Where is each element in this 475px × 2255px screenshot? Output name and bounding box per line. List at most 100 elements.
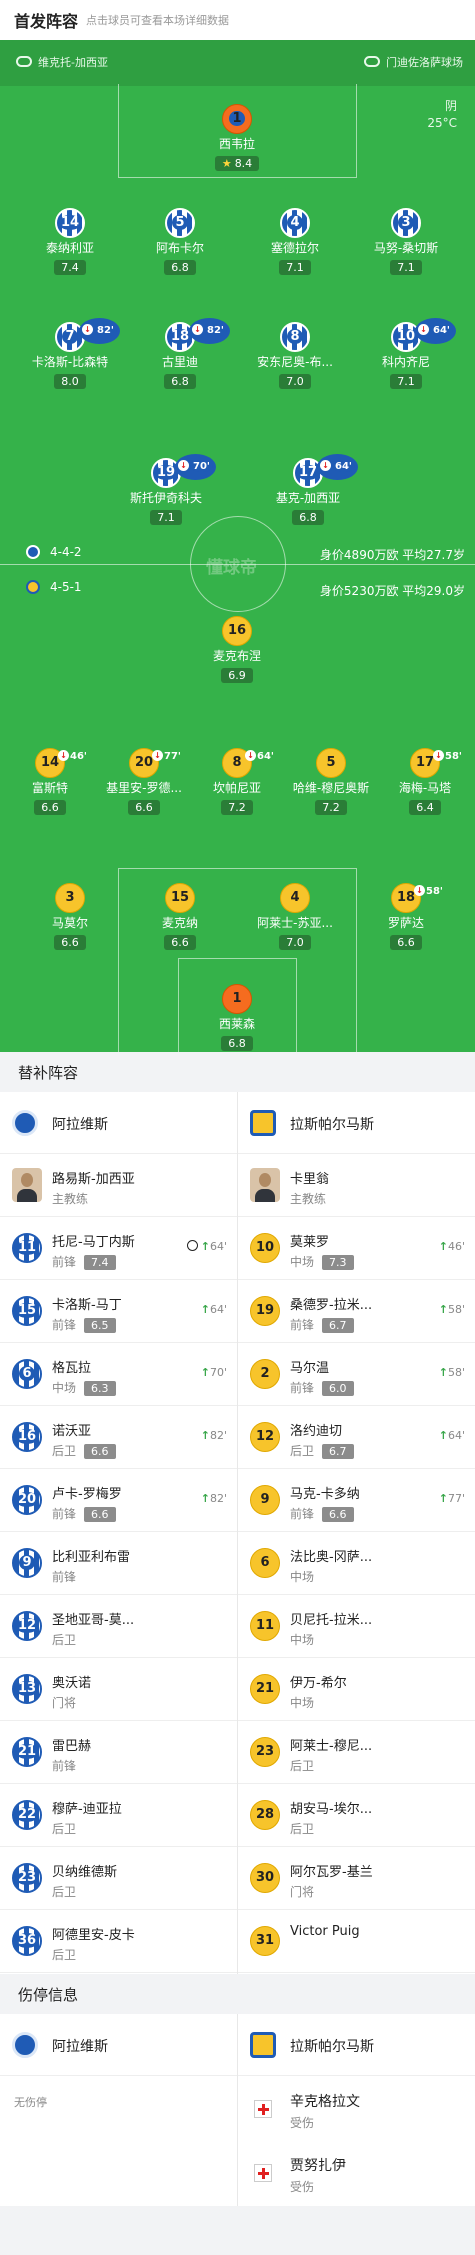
sub-row[interactable]: 13 奥沃诺 门将 [0,1658,237,1721]
injury-home-team-row[interactable]: 阿拉维斯 [0,2014,237,2076]
player-away-18[interactable]: 18 ↓ 58' 罗萨达 6.6 [360,883,452,950]
player-home-1[interactable]: 1 西韦拉 8.4 [191,104,283,171]
sub-off-indicator: ↓ 64' [317,454,358,480]
sub-player-rating: 6.0 [322,1381,354,1396]
subs-away-team-name: 拉斯帕尔马斯 [290,1117,374,1133]
pitch: 维克托-加西亚 门迪佐洛萨球场 阴 25°C 懂球帝 4-4-2 身价4890万… [0,40,475,1052]
player-away-16[interactable]: 16 麦克布涅 6.9 [191,616,283,683]
shirt-number: 36 [12,1926,42,1956]
player-name: 卡洛斯-比森特 [31,355,109,369]
player-home-10[interactable]: 10 ↓ 64' 科内齐尼 7.1 [360,318,456,389]
player-name: 基里安-罗德... [106,781,182,795]
injury-away-team-name: 拉斯帕尔马斯 [290,2039,374,2055]
player-rating: 7.2 [315,800,347,815]
player-home-8[interactable]: 8 安东尼奥-布... 7.0 [249,322,341,389]
injury-cross-icon [254,2100,272,2118]
sub-row[interactable]: 21 雷巴赫 前锋 [0,1721,237,1784]
sub-row[interactable]: 36 阿德里安-皮卡 后卫 [0,1910,237,1973]
sub-row[interactable]: 12 洛约迪切 后卫 6.7 ↑64' [238,1406,475,1469]
sub-row[interactable]: 15 卡洛斯-马丁 前锋 6.5 ↑64' [0,1280,237,1343]
sub-on-arrow-icon: ↑ [438,1429,448,1442]
sub-on-arrow-icon: ↑ [200,1303,210,1316]
sub-row[interactable]: 16 诺沃亚 后卫 6.6 ↑82' [0,1406,237,1469]
sub-player-name: 贝纳维德斯 [52,1865,118,1880]
sub-row[interactable]: 11 贝尼托-拉米... 中场 [238,1595,475,1658]
player-rating: 7.2 [221,800,253,815]
sub-row[interactable]: 30 阿尔瓦罗-基兰 门将 [238,1847,475,1910]
player-away-20[interactable]: 20 ↓ 77' 基里安-罗德... 6.6 [98,748,190,815]
las-palmas-logo-icon [26,580,40,594]
sub-row[interactable]: 6 法比奥-冈萨... 中场 [238,1532,475,1595]
player-home-3[interactable]: 3 马努-桑切斯 7.1 [360,208,452,275]
watermark: 懂球帝 [206,558,257,578]
subs-home-team-name: 阿拉维斯 [52,1117,108,1133]
sub-row[interactable]: 10 莫莱罗 中场 7.3 ↑46' [238,1217,475,1280]
sub-row[interactable]: 23 贝纳维德斯 后卫 [0,1847,237,1910]
sub-on-arrow-icon: ↑ [438,1303,448,1316]
sub-row[interactable]: 6 格瓦拉 中场 6.3 ↑70' [0,1343,237,1406]
shirt-number: 19 [250,1296,280,1326]
player-away-1[interactable]: 1 西莱森 6.8 [191,984,283,1051]
sub-on-indicator: ↑82' [200,1429,227,1442]
sub-player-position: 前锋 6.6 [290,1505,354,1522]
player-home-5[interactable]: 5 阿布卡尔 6.8 [134,208,226,275]
away-coach[interactable]: 卡里翁 主教练 [238,1154,475,1217]
sub-row[interactable]: 20 卢卡-罗梅罗 前锋 6.6 ↑82' [0,1469,237,1532]
sub-row[interactable]: 21 伊万-希尔 中场 [238,1658,475,1721]
sub-on-arrow-icon: ↑ [200,1366,210,1379]
shirt-number: 14 ↓ 46' [35,748,87,778]
subs-panel: 阿拉维斯 拉斯帕尔马斯 路易斯-加西亚 主教练 卡里翁 主教练 11 托尼-马丁内… [0,1092,475,1974]
player-away-14[interactable]: 14 ↓ 46' 富斯特 6.6 [4,748,96,815]
player-name: 阿莱士-苏亚... [257,916,333,930]
home-coach-role: 主教练 [52,1192,89,1206]
sub-player-rating: 6.6 [84,1444,116,1459]
player-home-7[interactable]: 7 ↓ 82' 卡洛斯-比森特 8.0 [24,318,120,389]
sub-row[interactable]: 22 穆萨-迪亚拉 后卫 [0,1784,237,1847]
player-rating: 7.1 [279,260,311,275]
sub-row[interactable]: 2 马尔温 前锋 6.0 ↑58' [238,1343,475,1406]
home-coach[interactable]: 路易斯-加西亚 主教练 [0,1154,237,1217]
sub-row[interactable]: 9 马克-卡多纳 前锋 6.6 ↑77' [238,1469,475,1532]
player-name: 西莱森 [218,1017,255,1031]
player-away-4[interactable]: 4 阿莱士-苏亚... 7.0 [249,883,341,950]
sub-row[interactable]: 19 桑德罗-拉米... 前锋 6.7 ↑58' [238,1280,475,1343]
player-home-19[interactable]: 19 ↓ 70' 斯托伊奇科夫 7.1 [120,454,216,525]
sub-row[interactable]: 12 圣地亚哥-莫... 后卫 [0,1595,237,1658]
sub-player-position: 后卫 [290,1822,315,1836]
player-away-3[interactable]: 3 马莫尔 6.6 [24,883,116,950]
injured-player-name: 辛克格拉文 [290,2094,360,2110]
shirt-number: 4 [280,883,310,913]
sub-player-position: 后卫 [52,1633,77,1647]
player-away-15[interactable]: 15 麦克纳 6.6 [134,883,226,950]
shirt-number: 15 [165,883,195,913]
away-formation: 4-5-1 [26,580,82,594]
player-rating: 7.1 [390,260,422,275]
player-away-17[interactable]: 17 ↓ 58' 海梅-马塔 6.4 [379,748,471,815]
sub-row[interactable]: 31 Victor Puig [238,1910,475,1973]
player-away-8[interactable]: 8 ↓ 64' 坎帕尼亚 7.2 [191,748,283,815]
injury-row[interactable]: 辛克格拉文 受伤 [238,2078,475,2140]
sub-row[interactable]: 23 阿莱士-穆尼... 后卫 [238,1721,475,1784]
injury-row[interactable]: 贾努扎伊 受伤 [238,2142,475,2204]
away-coach-role: 主教练 [290,1192,327,1206]
subs-home-team-row[interactable]: 阿拉维斯 [0,1092,237,1154]
sub-row[interactable]: 11 托尼-马丁内斯 前锋 7.4 ↑64' [0,1217,237,1280]
sub-player-position: 前锋 6.0 [290,1379,354,1396]
player-home-18[interactable]: 18 ↓ 82' 古里迪 6.8 [134,318,230,389]
sub-row[interactable]: 9 比利亚利布雷 前锋 [0,1532,237,1595]
sub-player-rating: 6.3 [84,1381,116,1396]
player-home-17[interactable]: 17 ↓ 64' 基克-加西亚 6.8 [262,454,358,525]
player-away-5[interactable]: 5 哈维-穆尼奥斯 7.2 [285,748,377,815]
player-home-14[interactable]: 14 泰纳利亚 7.4 [24,208,116,275]
sub-player-position: 后卫 6.7 [290,1442,354,1459]
sub-off-icon: ↓ [82,324,93,335]
home-coach-name: 路易斯-加西亚 [52,1172,135,1187]
shirt-number: 3 [391,208,421,238]
injury-away-team-row[interactable]: 拉斯帕尔马斯 [238,2014,475,2076]
player-rating: 6.8 [221,1036,253,1051]
sub-on-indicator: ↑58' [438,1303,465,1316]
sub-on-arrow-icon: ↑ [438,1492,448,1505]
player-home-4[interactable]: 4 塞德拉尔 7.1 [249,208,341,275]
sub-row[interactable]: 28 胡安马-埃尔... 后卫 [238,1784,475,1847]
subs-away-team-row[interactable]: 拉斯帕尔马斯 [238,1092,475,1154]
